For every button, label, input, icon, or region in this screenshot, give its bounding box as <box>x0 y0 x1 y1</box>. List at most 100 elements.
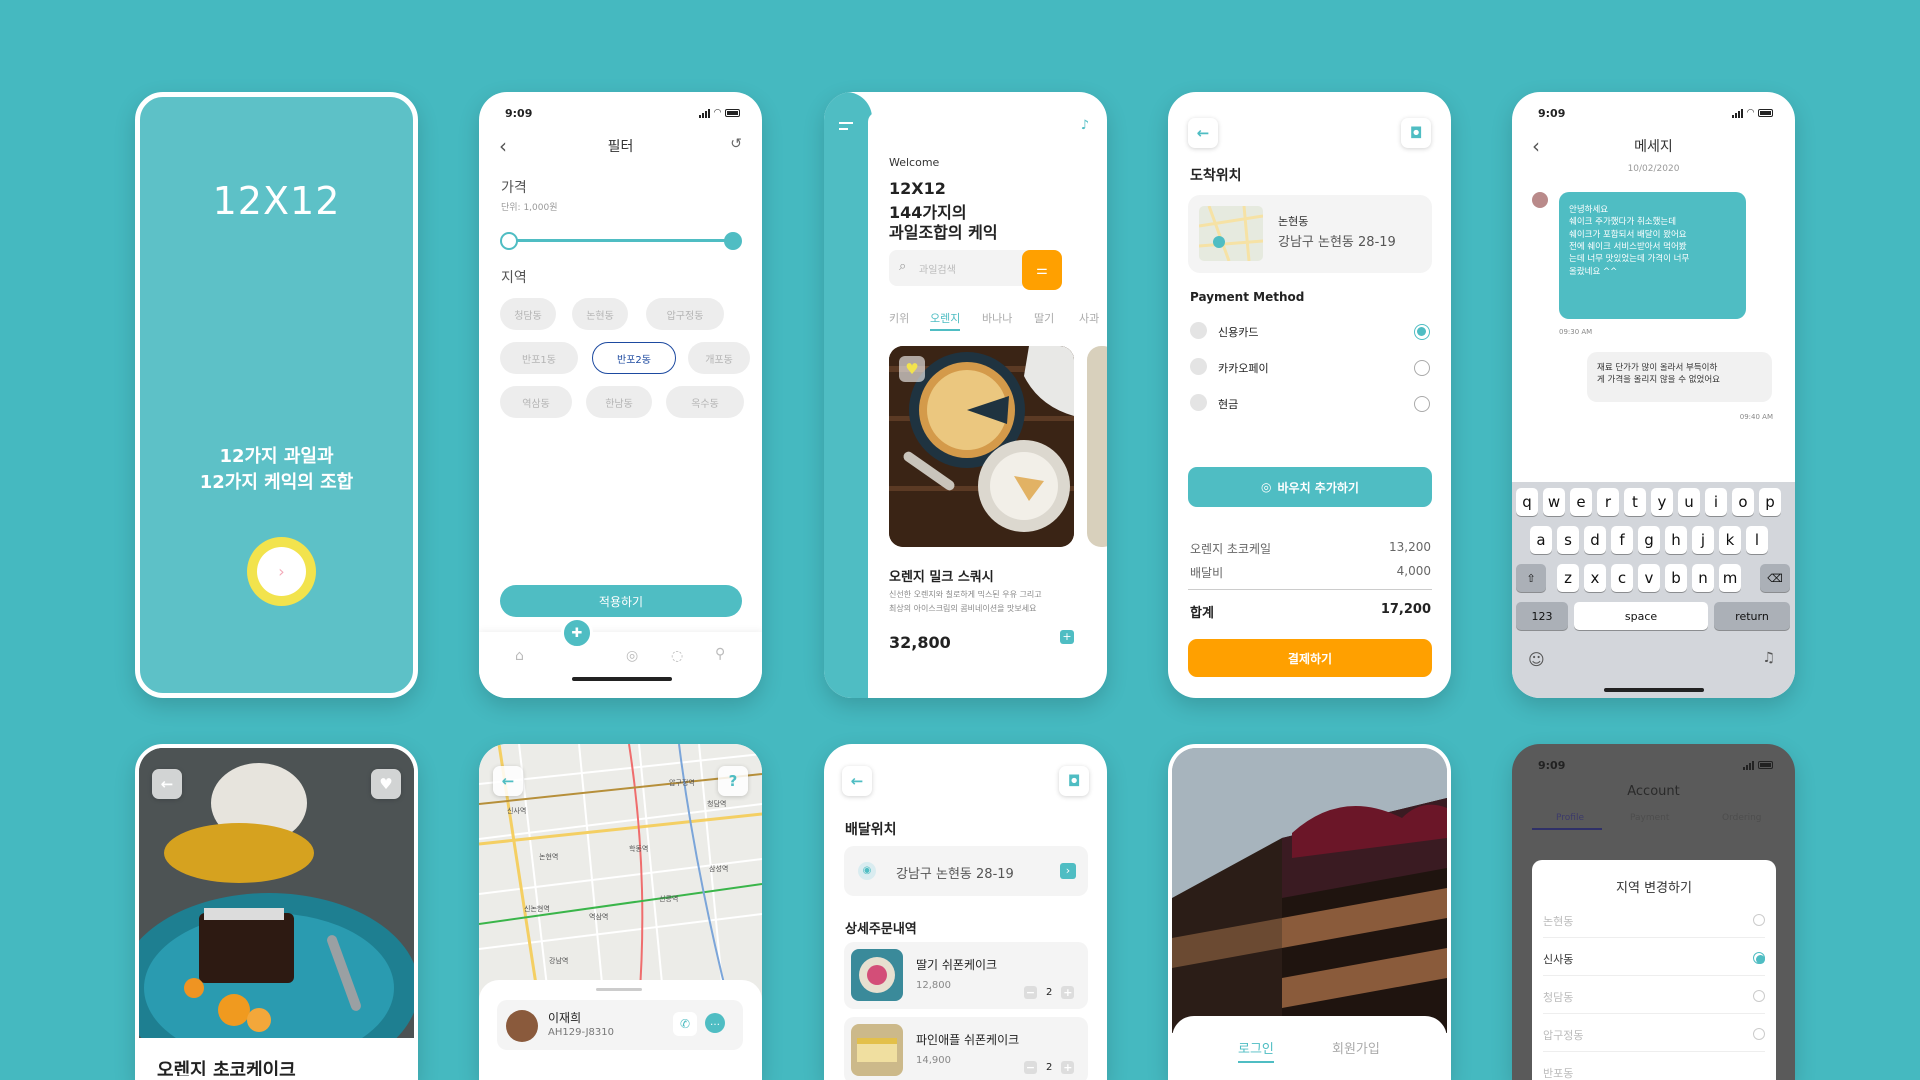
region-chip[interactable]: 역삼동 <box>500 386 572 418</box>
region-option-selected[interactable]: 신사동 <box>1543 951 1573 967</box>
region-radio[interactable] <box>1753 914 1765 926</box>
filter-button[interactable]: ⚌ <box>1022 250 1062 290</box>
key[interactable]: g <box>1638 526 1660 554</box>
tab-ordering[interactable]: Ordering <box>1722 813 1762 823</box>
key[interactable]: k <box>1719 526 1741 554</box>
next-product-image[interactable] <box>1087 346 1107 547</box>
region-chip[interactable]: 논현동 <box>572 298 628 330</box>
tab-login[interactable]: 로그인 <box>1238 1038 1274 1063</box>
cart-button[interactable]: ◘ <box>1059 766 1089 796</box>
region-chip[interactable]: 반포1동 <box>500 342 578 374</box>
key[interactable]: t <box>1624 488 1646 516</box>
region-chip[interactable]: 청담동 <box>500 298 556 330</box>
region-option[interactable]: 청담동 <box>1543 989 1573 1005</box>
region-chip[interactable]: 압구정동 <box>646 298 724 330</box>
key[interactable]: e <box>1570 488 1592 516</box>
message-button[interactable]: … <box>705 1013 725 1033</box>
region-chip-selected[interactable]: 반포2동 <box>592 342 676 374</box>
key[interactable]: q <box>1516 488 1538 516</box>
next-button[interactable]: › <box>247 537 316 606</box>
numbers-key[interactable]: 123 <box>1516 602 1568 630</box>
favorite-button[interactable]: ♥ <box>371 769 401 799</box>
pay-button[interactable]: 결제하기 <box>1188 639 1432 677</box>
key[interactable]: r <box>1597 488 1619 516</box>
price-slider-min-handle[interactable] <box>500 232 518 250</box>
key[interactable]: p <box>1759 488 1781 516</box>
category-tab[interactable]: 사과 <box>1079 310 1099 326</box>
address-field[interactable]: ◉ 강남구 논현동 28-19 › <box>844 846 1088 896</box>
profile-icon[interactable]: ⚲ <box>715 646 725 662</box>
key[interactable]: u <box>1678 488 1700 516</box>
key[interactable]: s <box>1557 526 1579 554</box>
delete-key[interactable]: ⌫ <box>1760 564 1790 592</box>
key[interactable]: f <box>1611 526 1633 554</box>
key[interactable]: o <box>1732 488 1754 516</box>
product-image[interactable]: ♥ <box>889 346 1074 547</box>
chevron-right-icon[interactable]: › <box>1060 863 1076 879</box>
coupon-icon[interactable]: ◎ <box>626 648 638 664</box>
notification-icon[interactable]: ♪ <box>1081 118 1089 133</box>
add-voucher-button[interactable]: ◎ 바우치 추가하기 <box>1188 467 1432 507</box>
region-option[interactable]: 압구정동 <box>1543 1027 1583 1043</box>
back-button[interactable]: ← <box>493 766 523 796</box>
key[interactable]: w <box>1543 488 1565 516</box>
key[interactable]: j <box>1692 526 1714 554</box>
quantity-stepper[interactable]: −2 + <box>1024 986 1075 999</box>
shift-key[interactable]: ⇧ <box>1516 564 1546 592</box>
microphone-icon[interactable]: ♫ <box>1762 650 1775 666</box>
plus-button[interactable]: + <box>1061 986 1075 999</box>
key[interactable]: n <box>1692 564 1714 592</box>
emoji-icon[interactable]: ☺ <box>1528 650 1545 669</box>
payment-radio[interactable] <box>1414 360 1430 376</box>
back-button[interactable]: ← <box>842 766 872 796</box>
minus-button[interactable]: − <box>1024 986 1037 999</box>
tab-signup[interactable]: 회원가입 <box>1332 1038 1380 1057</box>
location-card[interactable]: 논현동 강남구 논현동 28-19 <box>1188 195 1432 273</box>
key[interactable]: z <box>1557 564 1579 592</box>
key[interactable]: x <box>1584 564 1606 592</box>
key[interactable]: m <box>1719 564 1741 592</box>
menu-icon[interactable] <box>839 122 853 130</box>
category-tab-active[interactable]: 오렌지 <box>930 310 961 331</box>
help-button[interactable]: ? <box>718 766 748 796</box>
space-key[interactable]: space <box>1574 602 1708 630</box>
region-option[interactable]: 반포동 <box>1543 1065 1573 1080</box>
price-slider-max-handle[interactable] <box>724 232 742 250</box>
search-input[interactable]: 과일검색 <box>919 261 956 276</box>
key[interactable]: d <box>1584 526 1606 554</box>
category-tab[interactable]: 딸기 <box>1034 310 1054 326</box>
category-tab[interactable]: 키위 <box>889 310 909 326</box>
region-chip[interactable]: 개포동 <box>688 342 750 374</box>
back-button[interactable]: ← <box>152 769 182 799</box>
apply-button[interactable]: 적용하기 <box>500 585 742 617</box>
quantity-stepper[interactable]: −2 + <box>1024 1061 1075 1074</box>
tab-payment[interactable]: Payment <box>1630 813 1669 823</box>
region-chip[interactable]: 한남동 <box>586 386 652 418</box>
payment-radio[interactable] <box>1414 396 1430 412</box>
return-key[interactable]: return <box>1714 602 1790 630</box>
payment-radio-selected[interactable] <box>1414 324 1430 340</box>
key[interactable]: h <box>1665 526 1687 554</box>
add-friend-button[interactable]: ✚ <box>561 617 593 649</box>
region-radio-selected[interactable] <box>1753 952 1765 964</box>
minus-button[interactable]: − <box>1024 1061 1037 1074</box>
tab-profile[interactable]: Profile <box>1556 813 1584 823</box>
chat-icon[interactable]: ◌ <box>671 648 683 664</box>
key[interactable]: a <box>1530 526 1552 554</box>
region-radio[interactable] <box>1753 1028 1765 1040</box>
category-tab[interactable]: 바나나 <box>982 310 1012 326</box>
key[interactable]: y <box>1651 488 1673 516</box>
key[interactable]: c <box>1611 564 1633 592</box>
plus-button[interactable]: + <box>1061 1061 1075 1074</box>
reset-icon[interactable]: ↺ <box>730 136 742 152</box>
region-option[interactable]: 논현동 <box>1543 913 1573 929</box>
key[interactable]: l <box>1746 526 1768 554</box>
call-button[interactable]: ✆ <box>673 1012 697 1036</box>
region-chip[interactable]: 옥수동 <box>666 386 744 418</box>
key[interactable]: b <box>1665 564 1687 592</box>
favorite-button[interactable]: ♥ <box>899 356 925 382</box>
region-radio[interactable] <box>1753 990 1765 1002</box>
key[interactable]: v <box>1638 564 1660 592</box>
key[interactable]: i <box>1705 488 1727 516</box>
search-field[interactable]: ⌕ 과일검색 <box>889 250 1029 286</box>
